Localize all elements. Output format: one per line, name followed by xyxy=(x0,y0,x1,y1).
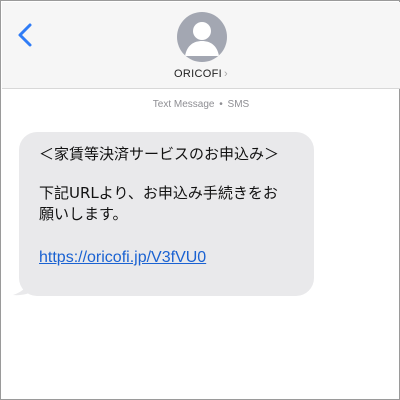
message-bubble[interactable]: ＜家賃等決済サービスのお申込み＞ 下記URLより、お申込み手続きをお 願いします… xyxy=(19,132,314,296)
message-body-line: 願いします。 xyxy=(39,205,128,223)
service-type: Text Message xyxy=(152,99,215,110)
chevron-left-icon xyxy=(18,23,32,47)
phone-screen: ORICOFI › Text Message • SMS ＜家賃等決済サービスのお… xyxy=(0,0,400,400)
chevron-right-icon: › xyxy=(223,68,228,81)
contact-avatar[interactable] xyxy=(177,12,227,62)
separator-dot: • xyxy=(219,99,223,110)
contact-info-button[interactable]: ORICOFI › xyxy=(2,68,400,80)
incoming-message: ＜家賃等決済サービスのお申込み＞ 下記URLより、お申込み手続きをお 願いします… xyxy=(9,132,314,297)
person-silhouette-icon xyxy=(185,22,219,56)
message-service-label: Text Message • SMS xyxy=(1,99,400,111)
conversation-header: ORICOFI › xyxy=(2,2,400,89)
message-body-line: 下記URLより、お申込み手続きをお xyxy=(39,184,278,202)
message-link[interactable]: https://oricofi.jp/V3fVU0 xyxy=(39,247,304,268)
contact-name: ORICOFI xyxy=(174,68,222,81)
message-title: ＜家賃等決済サービスのお申込み＞ xyxy=(39,145,280,163)
service-name: SMS xyxy=(227,99,250,110)
back-button[interactable] xyxy=(14,20,38,50)
